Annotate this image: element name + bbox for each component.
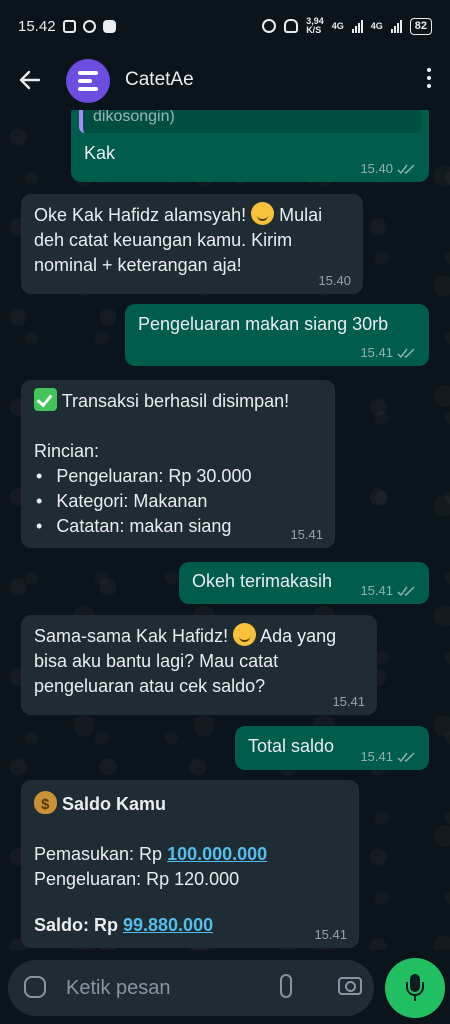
- signal-icon: [351, 19, 363, 33]
- network-type-1: 4G: [331, 21, 344, 31]
- message-time: 15.41: [360, 749, 393, 764]
- transaction-status: Transaksi berhasil disimpan!: [61, 391, 290, 411]
- quoted-message[interactable]: dikosongin): [79, 110, 421, 133]
- message-incoming[interactable]: Saldo Kamu Pemasukan: Rp 100.000.000 Pen…: [21, 780, 359, 948]
- message-time: 15.41: [360, 345, 393, 360]
- avatar[interactable]: [66, 59, 110, 103]
- list-item: Pengeluaran: Rp 30.000: [36, 464, 323, 489]
- attachment-icon[interactable]: [280, 974, 292, 998]
- signal-icon: [390, 19, 402, 33]
- check-mark-emoji-icon: [34, 388, 57, 411]
- battery-indicator: 82: [409, 17, 432, 35]
- sticker-icon[interactable]: [24, 976, 46, 998]
- message-text: Pengeluaran makan siang 30rb: [138, 314, 389, 334]
- chat-header: CatetAe: [0, 52, 450, 110]
- notification-app-icon: [102, 19, 116, 33]
- income-value-link[interactable]: 100.000.000: [167, 844, 267, 864]
- message-time: 15.40: [318, 273, 351, 288]
- balance-value-link[interactable]: 99.880.000: [123, 915, 213, 935]
- message-input[interactable]: Ketik pesan: [8, 960, 374, 1016]
- mute-icon: [284, 19, 299, 33]
- message-list[interactable]: dikosongin) Kak 15.40 Oke Kak Hafidz ala…: [0, 110, 450, 950]
- back-arrow-icon[interactable]: [18, 68, 42, 92]
- message-incoming[interactable]: Oke Kak Hafidz alamsyah! Mulai deh catat…: [21, 194, 363, 294]
- message-time: 15.41: [290, 527, 323, 542]
- status-bar: 15.42 3,94 K/S 4G 4G 82: [0, 0, 450, 52]
- read-receipt-icon: [397, 347, 415, 358]
- network-speed: 3,94 K/S: [306, 16, 324, 35]
- income-label: Pemasukan: Rp: [34, 844, 168, 864]
- balance-label: Saldo: Rp: [34, 915, 123, 935]
- message-composer: Ketik pesan: [0, 950, 450, 1024]
- read-receipt-icon: [397, 163, 415, 174]
- instagram-icon: [62, 19, 76, 33]
- network-type-2: 4G: [370, 21, 383, 31]
- balance-title: Saldo Kamu: [62, 794, 167, 814]
- message-time: 15.41: [314, 927, 347, 942]
- whatsapp-icon: [82, 19, 96, 33]
- message-outgoing[interactable]: Okeh terimakasih 15.41: [179, 562, 429, 604]
- camera-icon[interactable]: [338, 977, 362, 995]
- message-outgoing[interactable]: dikosongin) Kak 15.40: [71, 110, 429, 182]
- list-item: Kategori: Makanan: [36, 489, 323, 514]
- smile-emoji-icon: [251, 202, 275, 225]
- read-receipt-icon: [397, 751, 415, 762]
- message-input-placeholder[interactable]: Ketik pesan: [66, 977, 171, 1000]
- message-incoming[interactable]: Sama-sama Kak Hafidz! Ada yang bisa aku …: [21, 615, 377, 715]
- money-bag-emoji-icon: [34, 791, 57, 817]
- details-list: Pengeluaran: Rp 30.000 Kategori: Makanan…: [34, 464, 323, 539]
- message-time: 15.41: [360, 583, 393, 598]
- message-incoming[interactable]: Transaksi berhasil disimpan! Rincian: Pe…: [21, 380, 335, 548]
- details-heading: Rincian:: [34, 441, 100, 461]
- message-outgoing[interactable]: Pengeluaran makan siang 30rb 15.41: [125, 304, 429, 366]
- read-receipt-icon: [397, 585, 415, 596]
- message-time: 15.41: [332, 694, 365, 709]
- message-outgoing[interactable]: Total saldo 15.41: [235, 726, 429, 770]
- status-time: 15.42: [18, 17, 56, 35]
- alarm-icon: [262, 19, 277, 33]
- more-options-icon[interactable]: [426, 68, 432, 88]
- list-item: Catatan: makan siang: [36, 514, 323, 539]
- smile-emoji-icon: [233, 623, 257, 646]
- expense-line: Pengeluaran: Rp 120.000: [34, 869, 240, 889]
- message-time: 15.40: [360, 161, 393, 176]
- message-text: Oke Kak Hafidz alamsyah! Mulai deh catat…: [34, 202, 351, 278]
- message-text: Sama-sama Kak Hafidz! Ada yang bisa aku …: [34, 623, 365, 699]
- chat-title[interactable]: CatetAe: [125, 69, 194, 91]
- voice-message-button[interactable]: [385, 958, 445, 1018]
